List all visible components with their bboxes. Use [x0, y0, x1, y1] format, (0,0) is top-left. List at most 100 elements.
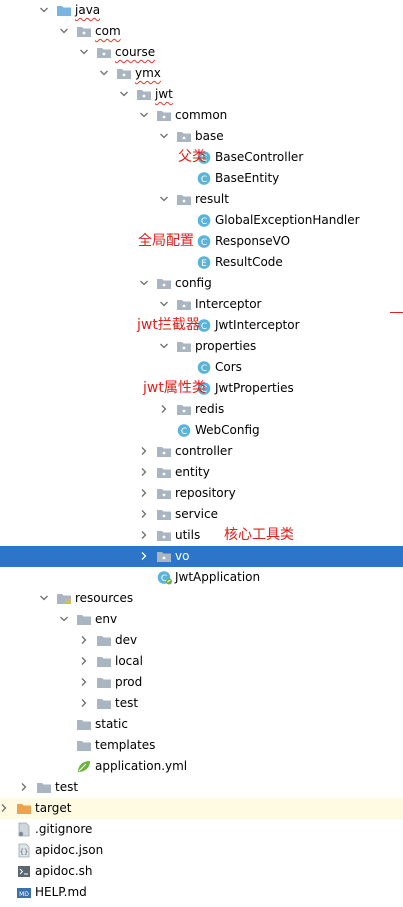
tree-item-label: target	[35, 801, 72, 815]
tree-item-repository[interactable]: repository	[0, 483, 403, 504]
tree-item-ymx[interactable]: ymx	[0, 63, 403, 84]
tree-item-interceptor[interactable]: Interceptor	[0, 294, 403, 315]
file-json-icon: {}	[16, 843, 32, 858]
tree-item-webconfig[interactable]: C WebConfig	[0, 420, 403, 441]
tree-item-label: utils	[175, 528, 201, 542]
chevron-down-icon[interactable]	[38, 588, 50, 609]
chevron-right-icon[interactable]	[138, 504, 150, 525]
chevron-right-icon[interactable]	[138, 525, 150, 546]
folder-icon	[76, 717, 92, 732]
chevron-right-icon[interactable]	[158, 399, 170, 420]
chevron-down-icon[interactable]	[158, 126, 170, 147]
package-icon	[176, 192, 192, 207]
tree-item-resultcode[interactable]: E ResultCode	[0, 252, 403, 273]
chevron-right-icon[interactable]	[18, 777, 30, 798]
tree-item-label: entity	[175, 465, 210, 479]
tree-item-label: repository	[175, 486, 236, 500]
tree-item-dev[interactable]: dev	[0, 630, 403, 651]
tree-item-label: application.yml	[95, 759, 188, 773]
folder-icon	[96, 633, 112, 648]
tree-item-service[interactable]: service	[0, 504, 403, 525]
tree-item-prod[interactable]: prod	[0, 672, 403, 693]
class-icon: C	[196, 360, 212, 375]
package-icon	[176, 297, 192, 312]
package-icon	[176, 129, 192, 144]
chevron-right-icon[interactable]	[138, 483, 150, 504]
tree-item-jwtapplication[interactable]: C JwtApplication	[0, 567, 403, 588]
file-sh-icon	[16, 864, 32, 879]
tree-item-test[interactable]: test	[0, 693, 403, 714]
tree-item-globalexceptionhandler[interactable]: C GlobalExceptionHandler	[0, 210, 403, 231]
tree-item-result[interactable]: result	[0, 189, 403, 210]
chevron-down-icon[interactable]	[158, 189, 170, 210]
chevron-down-icon[interactable]	[158, 336, 170, 357]
chevron-down-icon[interactable]	[98, 63, 110, 84]
chevron-right-icon[interactable]	[0, 798, 10, 819]
chevron-down-icon[interactable]	[58, 609, 70, 630]
tree-item-target[interactable]: target	[0, 798, 403, 819]
tree-item-redis[interactable]: redis	[0, 399, 403, 420]
tree-item-base[interactable]: base	[0, 126, 403, 147]
tree-item-com[interactable]: com	[0, 21, 403, 42]
tree-item-label: config	[175, 276, 212, 290]
tree-item-help-md[interactable]: MD HELP.md	[0, 882, 403, 903]
chevron-right-icon[interactable]	[138, 462, 150, 483]
svg-text:C: C	[201, 322, 207, 332]
tree-item-controller[interactable]: controller	[0, 441, 403, 462]
tree-item-label: dev	[115, 633, 138, 647]
chevron-down-icon[interactable]	[138, 105, 150, 126]
annotation-label: jwt属性类	[143, 380, 206, 396]
tree-item-label: GlobalExceptionHandler	[215, 213, 360, 227]
tree-item-utils[interactable]: utils	[0, 525, 403, 546]
chevron-down-icon[interactable]	[138, 273, 150, 294]
tree-item-course[interactable]: course	[0, 42, 403, 63]
chevron-down-icon[interactable]	[38, 0, 50, 21]
tree-item-entity[interactable]: entity	[0, 462, 403, 483]
chevron-down-icon[interactable]	[158, 294, 170, 315]
tree-item-label: .gitignore	[35, 822, 93, 836]
chevron-down-icon[interactable]	[58, 21, 70, 42]
tree-item-env[interactable]: env	[0, 609, 403, 630]
chevron-right-icon[interactable]	[78, 693, 90, 714]
chevron-right-icon[interactable]	[138, 546, 150, 567]
chevron-right-icon[interactable]	[78, 630, 90, 651]
tree-item-templates[interactable]: templates	[0, 735, 403, 756]
tree-item-local[interactable]: local	[0, 651, 403, 672]
tree-item-apidoc-json[interactable]: {} apidoc.json	[0, 840, 403, 861]
tree-item-java[interactable]: java	[0, 0, 403, 21]
tree-item-jwtinterceptor[interactable]: C JwtInterceptor	[0, 315, 403, 336]
enum-icon: E	[196, 255, 212, 270]
tree-item-resources[interactable]: resources	[0, 588, 403, 609]
package-icon	[76, 24, 92, 39]
tree-item-label: JwtApplication	[175, 570, 261, 584]
chevron-right-icon[interactable]	[138, 441, 150, 462]
package-icon	[176, 402, 192, 417]
tree-item-jwt[interactable]: jwt	[0, 84, 403, 105]
tree-item-properties[interactable]: properties	[0, 336, 403, 357]
tree-item-application-yml[interactable]: application.yml	[0, 756, 403, 777]
tree-item-label: WebConfig	[195, 423, 260, 437]
tree-item-label: ResponseVO	[215, 234, 291, 248]
annotation-label: jwt拦截器	[137, 317, 200, 333]
tree-item-vo[interactable]: vo	[0, 546, 403, 567]
chevron-right-icon[interactable]	[78, 672, 90, 693]
annotation-label: 核心工具类	[224, 527, 294, 543]
tree-item-gitignore[interactable]: .gitignore	[0, 819, 403, 840]
svg-text:C: C	[201, 175, 207, 185]
chevron-down-icon[interactable]	[78, 42, 90, 63]
chevron-down-icon[interactable]	[118, 84, 130, 105]
tree-item-cors[interactable]: C Cors	[0, 357, 403, 378]
class-icon: C	[196, 234, 212, 249]
tree-item-common[interactable]: common	[0, 105, 403, 126]
tree-item-config[interactable]: config	[0, 273, 403, 294]
chevron-right-icon[interactable]	[78, 651, 90, 672]
tree-item-label: resources	[75, 591, 134, 605]
tree-item-static[interactable]: static	[0, 714, 403, 735]
tree-item-baseentity[interactable]: C BaseEntity	[0, 168, 403, 189]
folder-src-icon	[56, 3, 72, 18]
tree-item-label: service	[175, 507, 218, 521]
tree-item-apidoc-sh[interactable]: apidoc.sh	[0, 861, 403, 882]
tree-item-test[interactable]: test	[0, 777, 403, 798]
tree-item-label: Cors	[215, 360, 242, 374]
tree-item-responsevo[interactable]: C ResponseVO	[0, 231, 403, 252]
